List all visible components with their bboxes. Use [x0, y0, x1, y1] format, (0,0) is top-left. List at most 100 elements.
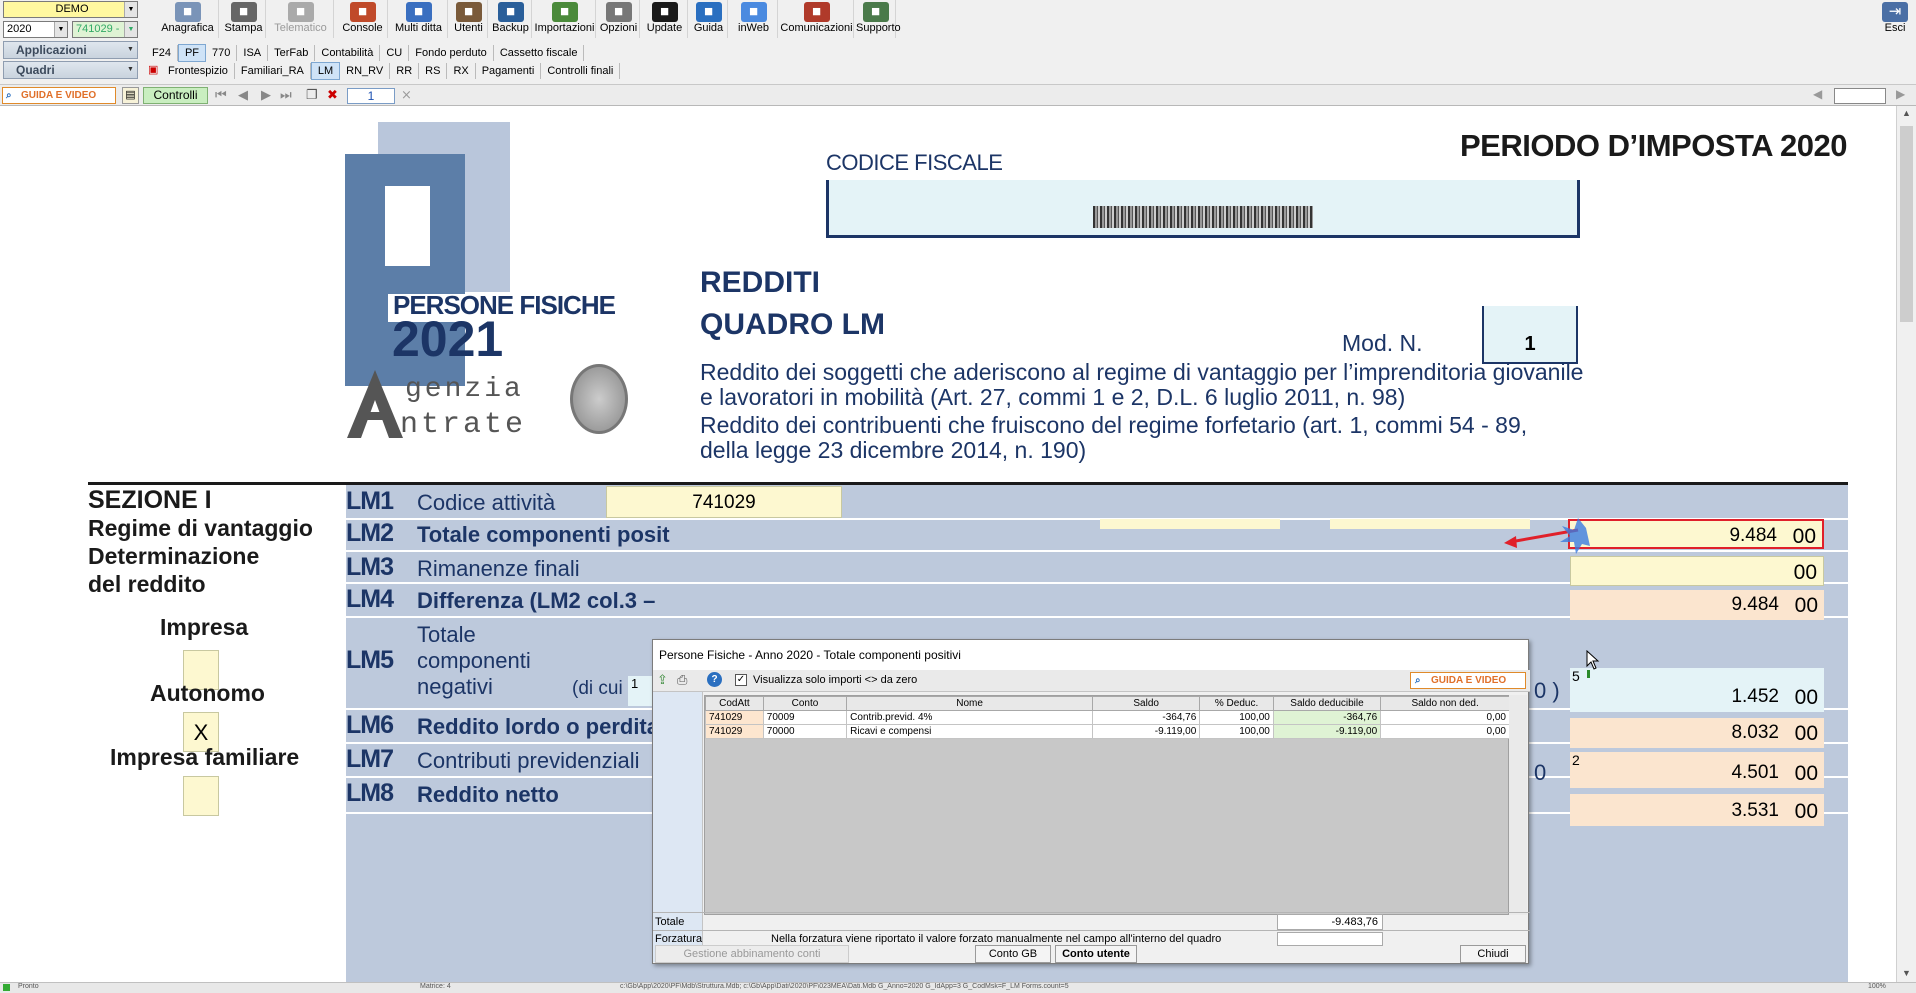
year-select[interactable]: 2020 ▼ — [3, 21, 68, 38]
comunicazioni-button[interactable]: ■ Comunicazioni — [780, 0, 854, 38]
clear-icon[interactable]: ⨯ — [401, 87, 412, 103]
lm3-field[interactable]: 00 — [1570, 556, 1824, 586]
dialog-toolbar: ⇪ ⎙ ? ✓ Visualizza solo importi <> da ze… — [653, 670, 1530, 692]
quadri-tab-rr[interactable]: RR — [390, 63, 420, 79]
inweb-button[interactable]: ■ inWeb — [730, 0, 778, 38]
utenti-button[interactable]: ■ Utenti — [450, 0, 488, 38]
quadri-tab-pagamenti[interactable]: Pagamenti — [476, 63, 542, 79]
conto-utente-button[interactable]: Conto utente — [1055, 945, 1137, 963]
lm7-field[interactable]: 2 4.501 00 — [1570, 752, 1824, 788]
export-icon[interactable]: ⇪ — [657, 672, 668, 688]
supporto-button[interactable]: ■ Supporto — [856, 0, 901, 38]
column-header[interactable]: % Deduc. — [1199, 696, 1274, 711]
app-tab-isa[interactable]: ISA — [237, 45, 269, 61]
column-header[interactable]: Saldo non ded. — [1380, 696, 1510, 711]
app-tab-contabilità[interactable]: Contabilità — [315, 45, 381, 61]
quadri-tab-familiari-ra[interactable]: Familiari_RA — [235, 63, 311, 79]
navigation-bar: ⌕ GUIDA E VIDEO ▤ Controlli ⏮ ◀ ▶ ⏭ ❐ ✖ … — [0, 84, 1916, 106]
lm1-codice-attivita-field[interactable]: 741029 — [606, 486, 842, 518]
toolbar-button-label: Supporto — [856, 22, 901, 34]
first-page-icon[interactable]: ⏮ — [215, 87, 227, 103]
lm5-col-number: 5 — [1572, 668, 1580, 684]
app-tab-cassetto-fiscale[interactable]: Cassetto fiscale — [494, 45, 585, 61]
guida-button[interactable]: ■ Guida — [690, 0, 728, 38]
dialog-guida-video-button[interactable]: ⌕ GUIDA E VIDEO — [1410, 672, 1526, 689]
lm2-field[interactable]: 9.484 00 — [1568, 519, 1824, 549]
lm5-col1-field[interactable]: 1 — [628, 676, 652, 706]
print-icon[interactable]: ⎙ — [677, 672, 687, 688]
applicazioni-nav[interactable]: Applicazioni ▼ — [3, 41, 138, 59]
lm2-col1-field[interactable] — [1100, 519, 1280, 529]
mod-number-field[interactable]: 1 — [1482, 306, 1578, 364]
company-select[interactable]: DEMO ▼ — [3, 1, 138, 18]
lm4-field[interactable]: 9.484 00 — [1570, 590, 1824, 620]
visualizza-checkbox[interactable]: ✓ — [735, 674, 747, 686]
stampa-button[interactable]: ■ Stampa — [222, 0, 266, 38]
help-icon[interactable]: ? — [707, 672, 722, 687]
scroll-down-icon[interactable]: ▼ — [1902, 968, 1911, 978]
app-tab-f24[interactable]: F24 — [146, 45, 178, 61]
column-header[interactable]: Saldo — [1092, 696, 1201, 711]
quadri-nav[interactable]: Quadri ▼ — [3, 61, 138, 79]
opzioni-button[interactable]: ■ Opzioni — [598, 0, 640, 38]
zoom-input[interactable] — [1834, 88, 1886, 104]
column-header[interactable]: Nome — [846, 696, 1094, 711]
column-header[interactable]: CodAtt — [705, 696, 764, 711]
app-tab-cu[interactable]: CU — [380, 45, 410, 61]
app-tab-terfab[interactable]: TerFab — [268, 45, 316, 61]
status-path: c:\Gb\App\2020\PF\Mdb\Struttura.Mdb; c:\… — [620, 983, 1069, 990]
quadri-tab-rs[interactable]: RS — [419, 63, 448, 79]
next-page-icon[interactable]: ▶ — [261, 87, 271, 103]
last-page-icon[interactable]: ⏭ — [280, 87, 292, 103]
gestione-abbinamento-button[interactable]: Gestione abbinamento conti — [655, 945, 849, 963]
column-header[interactable]: Saldo deducibile — [1272, 696, 1382, 711]
row-desc-lm5: Totale — [417, 622, 476, 647]
quadri-tab-rx[interactable]: RX — [447, 63, 476, 79]
lm8-field[interactable]: 3.531 00 — [1570, 794, 1824, 826]
multi-ditta-button[interactable]: ■ Multi ditta — [390, 0, 448, 38]
calculator-icon[interactable]: ▤ — [122, 87, 139, 104]
quadri-tab-rn-rv[interactable]: RN_RV — [340, 63, 391, 79]
controlli-button[interactable]: Controlli — [143, 87, 208, 104]
scroll-up-icon[interactable]: ▲ — [1902, 108, 1911, 118]
backup-button[interactable]: ■ Backup — [490, 0, 532, 38]
chiudi-button[interactable]: Chiudi — [1460, 945, 1526, 963]
users-icon: ■ — [455, 2, 482, 22]
anagrafica-button[interactable]: ■ Anagrafica — [157, 0, 219, 38]
app-tab-fondo-perduto[interactable]: Fondo perduto — [409, 45, 494, 61]
row-desc3-lm5: negativi — [417, 674, 493, 699]
quadri-tab-controlli-finali[interactable]: Controlli finali — [541, 63, 621, 79]
update-button[interactable]: ■ Update — [642, 0, 688, 38]
code-select[interactable]: 741029 - ▼ — [72, 21, 138, 38]
quadri-tab-frontespizio[interactable]: Frontespizio — [162, 63, 235, 79]
lm6-field[interactable]: 8.032 00 — [1570, 718, 1824, 748]
app-tab-770[interactable]: 770 — [206, 45, 238, 61]
telematico-button[interactable]: ■ Telematico — [268, 0, 334, 38]
quadri-tab-lm[interactable]: LM — [310, 62, 341, 80]
table-row[interactable]: 741029 70009 Contrib.previd. 4% -364,76 100,… — [705, 710, 1510, 725]
scroll-right-icon[interactable]: ▶ — [1896, 87, 1905, 101]
new-page-icon[interactable]: ❐ — [306, 87, 318, 103]
delete-page-icon[interactable]: ✖ — [327, 87, 338, 103]
scroll-thumb[interactable] — [1900, 126, 1913, 322]
exit-button[interactable]: ⇥ Esci — [1876, 0, 1914, 38]
column-header[interactable]: Conto — [762, 696, 848, 711]
table-row[interactable]: 741029 70000 Ricavi e compensi -9.119,00 100… — [705, 724, 1510, 739]
vertical-scrollbar[interactable]: ▲ ▼ — [1896, 106, 1916, 982]
page-number-input[interactable]: 1 — [347, 88, 395, 104]
guida-video-button[interactable]: ⌕ GUIDA E VIDEO — [2, 87, 116, 104]
app-tab-pf[interactable]: PF — [177, 44, 207, 62]
conto-gb-button[interactable]: Conto GB — [975, 945, 1051, 963]
dialog-grid-scrollbar[interactable] — [1509, 695, 1527, 915]
importazioni-button[interactable]: ■ Importazioni — [534, 0, 596, 38]
pdf-icon[interactable]: ▣ — [145, 62, 161, 78]
impresa-familiare-checkbox[interactable] — [183, 776, 219, 816]
row-desc-lm2: Totale componenti posit — [417, 522, 670, 547]
codice-fiscale-field[interactable] — [826, 180, 1580, 238]
prev-page-icon[interactable]: ◀ — [238, 87, 248, 103]
year-value: 2020 — [7, 23, 32, 35]
scroll-left-icon[interactable]: ◀ — [1813, 87, 1822, 101]
forzatura-value-field[interactable] — [1277, 932, 1383, 946]
console-button[interactable]: ■ Console — [338, 0, 388, 38]
lm5-field[interactable]: 5 1.452 00 — [1570, 668, 1824, 712]
